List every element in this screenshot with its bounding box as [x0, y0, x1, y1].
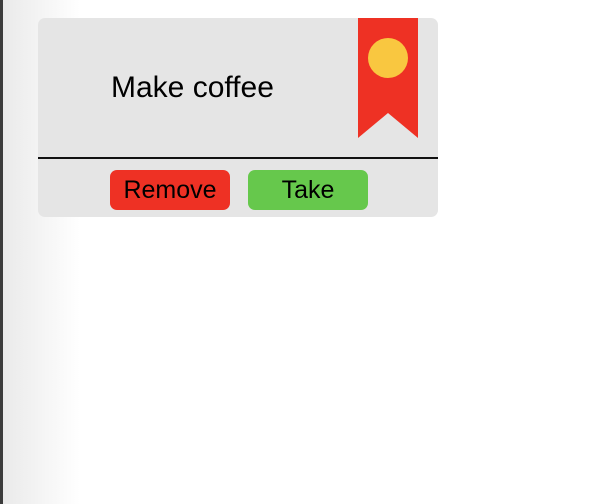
bookmark-ribbon-icon: [358, 18, 418, 138]
task-card: Make coffee Remove Take: [38, 18, 438, 217]
page: Make coffee Remove Take: [0, 0, 616, 504]
card-divider: [38, 157, 438, 159]
take-button[interactable]: Take: [248, 170, 368, 210]
task-title: Make coffee: [111, 71, 274, 104]
window-left-border: [0, 0, 3, 504]
remove-button[interactable]: Remove: [110, 170, 230, 210]
ribbon-dot: [368, 38, 408, 78]
